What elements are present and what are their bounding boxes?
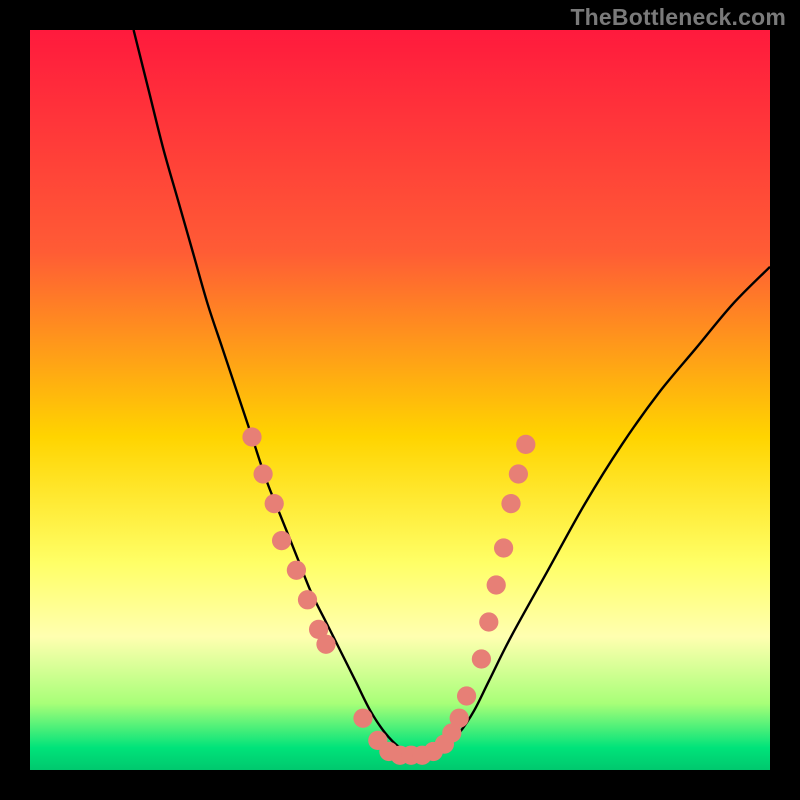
plot-area xyxy=(30,30,770,770)
data-marker xyxy=(494,538,513,557)
data-marker xyxy=(509,464,528,483)
watermark-text: TheBottleneck.com xyxy=(570,4,786,31)
data-marker xyxy=(316,635,335,654)
gradient-background xyxy=(30,30,770,770)
data-marker xyxy=(479,612,498,631)
data-marker xyxy=(272,531,291,550)
data-marker xyxy=(287,561,306,580)
data-marker xyxy=(450,709,469,728)
data-marker xyxy=(501,494,520,513)
data-marker xyxy=(253,464,272,483)
data-marker xyxy=(353,709,372,728)
data-marker xyxy=(516,435,535,454)
data-marker xyxy=(242,427,261,446)
data-marker xyxy=(487,575,506,594)
data-marker xyxy=(298,590,317,609)
data-marker xyxy=(265,494,284,513)
chart-svg xyxy=(30,30,770,770)
data-marker xyxy=(457,686,476,705)
data-marker xyxy=(472,649,491,668)
chart-frame: TheBottleneck.com xyxy=(0,0,800,800)
